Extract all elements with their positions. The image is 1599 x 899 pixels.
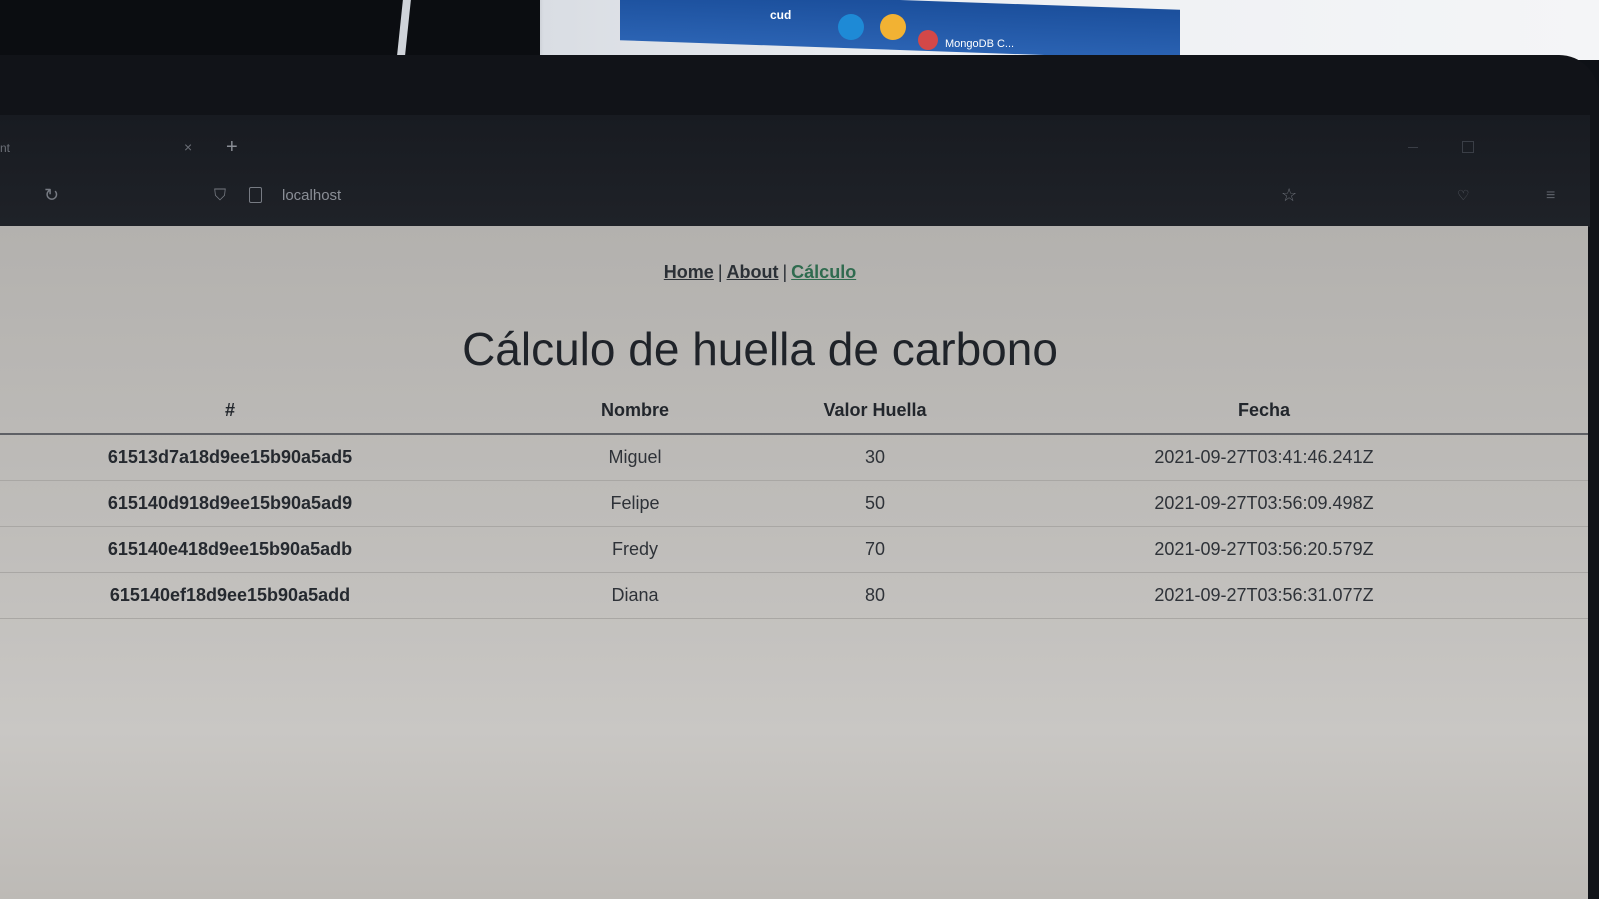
carbon-footprint-table: # Nombre Valor Huella Fecha 61513d7a18d9… <box>0 394 1588 619</box>
cell-id: 615140d918d9ee15b90a5ad9 <box>0 480 460 527</box>
web-page: Home | About | Cálculo Cálculo de huella de … <box>0 226 1588 899</box>
cell-valor: 70 <box>810 526 940 573</box>
column-header-id: # <box>0 394 460 435</box>
page-title: Cálculo de huella de carbono <box>462 323 1058 375</box>
cell-id: 615140ef18d9ee15b90a5add <box>0 572 460 619</box>
table-row: 61513d7a18d9ee15b90a5ad5 Miguel 30 2021-… <box>0 434 1588 481</box>
table-row: 615140ef18d9ee15b90a5add Diana 80 2021-0… <box>0 572 1588 619</box>
reload-icon[interactable]: ↻ <box>44 185 59 206</box>
star-icon[interactable]: ☆ <box>1281 185 1297 206</box>
cell-id: 61513d7a18d9ee15b90a5ad5 <box>0 434 460 481</box>
cell-nombre: Felipe <box>460 480 810 527</box>
column-header-fecha: Fecha <box>940 394 1588 435</box>
tab-close-icon[interactable]: × <box>184 139 192 155</box>
maximize-icon[interactable] <box>1462 141 1474 153</box>
cell-valor: 50 <box>810 480 940 527</box>
cell-fecha: 2021-09-27T03:56:20.579Z <box>940 526 1588 573</box>
cell-fecha: 2021-09-27T03:56:31.077Z <box>940 572 1588 619</box>
new-tab-icon[interactable]: + <box>226 136 238 159</box>
navigation-toolbar: ↻ ⛉ localhost ☆ ♡ ≡ <box>0 183 1590 213</box>
top-nav: Home | About | Cálculo <box>0 262 1520 283</box>
cell-id: 615140e418d9ee15b90a5adb <box>0 526 460 573</box>
column-header-valor-huella: Valor Huella <box>810 394 940 435</box>
nav-separator: | <box>717 262 723 282</box>
nav-link-home[interactable]: Home <box>664 262 714 282</box>
minimize-icon[interactable] <box>1408 147 1418 158</box>
column-header-nombre: Nombre <box>460 394 810 435</box>
tab-title[interactable]: nt <box>0 141 10 155</box>
nav-link-about[interactable]: About <box>727 262 779 282</box>
cell-fecha: 2021-09-27T03:56:09.498Z <box>940 480 1588 527</box>
chrome-browser-icon <box>880 14 906 40</box>
edge-browser-icon <box>838 14 864 40</box>
table-row: 615140d918d9ee15b90a5ad9 Felipe 50 2021-… <box>0 480 1588 527</box>
shield-icon[interactable]: ⛉ <box>214 187 226 205</box>
table-header-row: # Nombre Valor Huella Fecha <box>0 394 1588 435</box>
background-dark-area <box>0 0 540 60</box>
background-monitor: cud MongoDB C... <box>0 0 1599 60</box>
cell-valor: 30 <box>810 434 940 481</box>
page-icon <box>249 187 262 203</box>
nav-separator: | <box>782 262 788 282</box>
cell-nombre: Diana <box>460 572 810 619</box>
table-row: 615140e418d9ee15b90a5adb Fredy 70 2021-0… <box>0 526 1588 573</box>
pocket-icon[interactable]: ♡ <box>1457 187 1470 204</box>
background-taskbar-app-label: MongoDB C... <box>945 38 1015 50</box>
nav-link-calculo[interactable]: Cálculo <box>791 262 856 282</box>
background-taskbar-label: cud <box>770 8 792 22</box>
url-bar[interactable]: localhost <box>282 187 341 204</box>
mongodb-compass-icon <box>918 30 938 50</box>
browser-chrome: nt × + ↻ ⛉ localhost ☆ ♡ ≡ <box>0 115 1590 227</box>
cell-nombre: Fredy <box>460 526 810 573</box>
tab-strip: nt × + <box>0 135 1590 165</box>
cell-valor: 80 <box>810 572 940 619</box>
menu-icon[interactable]: ≡ <box>1546 187 1555 205</box>
cell-nombre: Miguel <box>460 434 810 481</box>
cell-fecha: 2021-09-27T03:41:46.241Z <box>940 434 1588 481</box>
